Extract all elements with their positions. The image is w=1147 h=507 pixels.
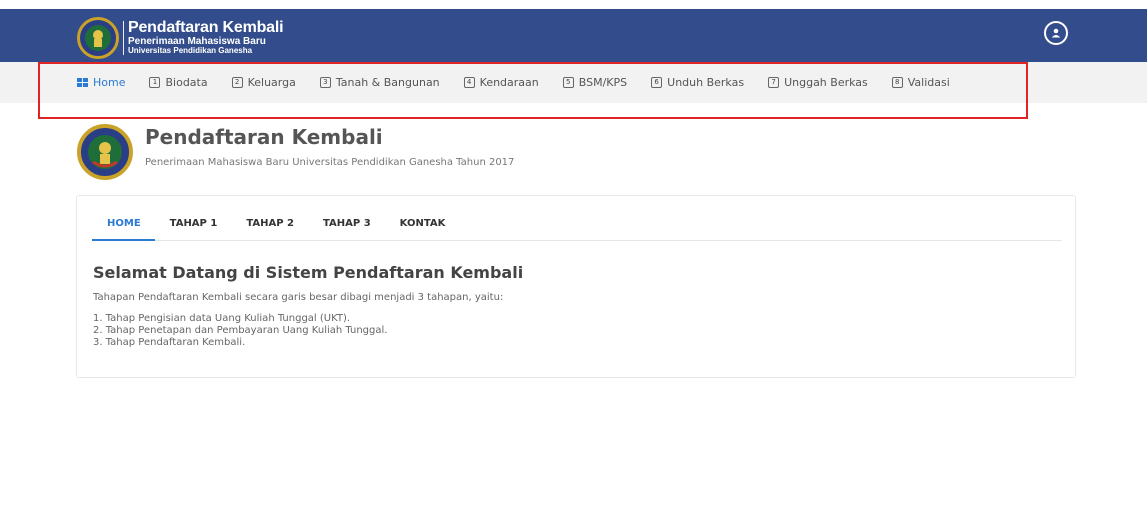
tab-home[interactable]: HOME <box>92 218 155 241</box>
user-icon <box>1051 28 1061 38</box>
page-header: Pendaftaran Kembali Penerimaan Mahasiswa… <box>77 124 514 180</box>
tab-tahap-2[interactable]: TAHAP 2 <box>231 218 308 241</box>
list-item: 1. Tahap Pengisian data Uang Kuliah Tung… <box>93 313 351 324</box>
brand-divider <box>123 21 124 55</box>
top-header: Pendaftaran Kembali Penerimaan Mahasiswa… <box>0 0 1147 62</box>
nav-highlight-box <box>38 62 1028 119</box>
tab-tahap-1[interactable]: TAHAP 1 <box>155 218 232 241</box>
welcome-heading: Selamat Datang di Sistem Pendaftaran Kem… <box>93 263 524 282</box>
brand[interactable]: Pendaftaran Kembali Penerimaan Mahasiswa… <box>77 15 284 61</box>
tab-tahap-3[interactable]: TAHAP 3 <box>308 218 385 241</box>
steps-list: 1. Tahap Pengisian data Uang Kuliah Tung… <box>93 313 387 349</box>
list-item: 3. Tahap Pendaftaran Kembali. <box>93 337 246 348</box>
intro-text: Tahapan Pendaftaran Kembali secara garis… <box>93 292 504 303</box>
info-card: HOME TAHAP 1 TAHAP 2 TAHAP 3 KONTAK Sela… <box>76 195 1076 378</box>
page-title: Pendaftaran Kembali <box>145 125 383 149</box>
list-item: 2. Tahap Penetapan dan Pembayaran Uang K… <box>93 325 388 336</box>
user-account-button[interactable] <box>1044 21 1068 45</box>
tab-kontak[interactable]: KONTAK <box>385 218 460 241</box>
university-logo <box>77 17 119 59</box>
brand-university: Universitas Pendidikan Ganesha <box>128 46 253 56</box>
brand-title: Pendaftaran Kembali <box>128 19 284 37</box>
page-subtitle: Penerimaan Mahasiswa Baru Universitas Pe… <box>145 157 515 168</box>
card-tabs: HOME TAHAP 1 TAHAP 2 TAHAP 3 KONTAK <box>92 218 1062 241</box>
university-logo-large <box>77 124 133 180</box>
